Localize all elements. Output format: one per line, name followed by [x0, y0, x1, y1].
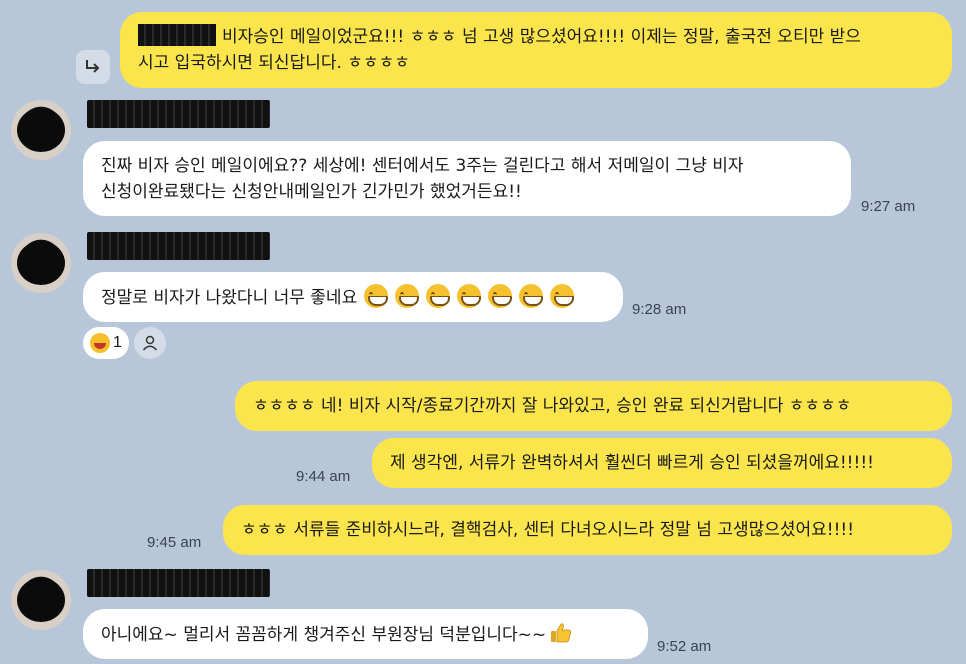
sender-avatar[interactable]: [11, 570, 71, 630]
message-line: 진짜 비자 승인 메일이에요?? 세상에! 센터에서도 3주는 걸린다고 해서 …: [101, 156, 744, 176]
grinning-face-emoji: [519, 284, 544, 308]
grinning-face-emoji: [395, 284, 420, 308]
sender-avatar[interactable]: [11, 100, 71, 160]
message-timestamp: 9:27 am: [861, 198, 916, 215]
message-timestamp: 9:52 am: [657, 638, 712, 655]
message-line: 비자승인 메일이었군요!!! ㅎㅎㅎ 넘 고생 많으셨어요!!!! 이제는 정말…: [138, 24, 934, 50]
add-reaction-button[interactable]: [134, 327, 166, 359]
thumbs-up-emoji: [551, 623, 572, 643]
sender-name-redacted: [87, 569, 270, 597]
redacted-name: [138, 24, 216, 46]
grinning-face-emoji: [364, 284, 389, 308]
message-bubble-incoming[interactable]: 아니에요~ 멀리서 꼼꼼하게 챙겨주신 부원장님 덕분입니다~~: [83, 609, 648, 659]
grinning-face-emoji: [457, 284, 482, 308]
sender-name-redacted: [87, 232, 270, 260]
person-icon: [142, 335, 158, 351]
grinning-face-emoji: [550, 284, 575, 308]
reply-icon[interactable]: [76, 50, 110, 84]
reaction-chip[interactable]: 1: [83, 327, 129, 359]
sender-avatar[interactable]: [11, 233, 71, 293]
reaction-count: 1: [113, 334, 122, 351]
message-bubble-outgoing[interactable]: 비자승인 메일이었군요!!! ㅎㅎㅎ 넘 고생 많으셨어요!!!! 이제는 정말…: [120, 12, 952, 88]
message-line: 제 생각엔, 서류가 완벽하셔서 훨씬더 빠르게 승인 되셨을꺼에요!!!!!: [390, 453, 874, 473]
message-bubble-outgoing[interactable]: ㅎㅎㅎ 서류들 준비하시느라, 결핵검사, 센터 다녀오시느라 정말 넘 고생많…: [223, 505, 952, 555]
laughing-emoji: [90, 333, 111, 353]
message-bubble-incoming[interactable]: 정말로 비자가 나왔다니 너무 좋네요: [83, 272, 623, 322]
grinning-face-emoji: [426, 284, 451, 308]
message-bubble-outgoing[interactable]: 제 생각엔, 서류가 완벽하셔서 훨씬더 빠르게 승인 되셨을꺼에요!!!!!: [372, 438, 952, 488]
message-line: 아니에요~ 멀리서 꼼꼼하게 챙겨주신 부원장님 덕분입니다~~: [101, 625, 547, 645]
reply-arrow-icon: [86, 60, 100, 73]
message-line: 신청이완료됐다는 신청안내메일인가 긴가민가 했었거든요!!: [101, 182, 522, 202]
message-line: ㅎㅎㅎ 서류들 준비하시느라, 결핵검사, 센터 다녀오시느라 정말 넘 고생많…: [241, 520, 855, 540]
message-timestamp: 9:28 am: [632, 301, 687, 318]
message-timestamp: 9:45 am: [147, 534, 202, 551]
message-line: ㅎㅎㅎㅎ 네! 비자 시작/종료기간까지 잘 나와있고, 승인 완료 되신거랍니…: [253, 396, 852, 416]
sender-name-redacted: [87, 100, 270, 128]
grinning-face-emoji: [488, 284, 513, 308]
message-timestamp: 9:44 am: [296, 468, 351, 485]
message-line: 정말로 비자가 나왔다니 너무 좋네요: [101, 288, 358, 308]
grin-emoji-row: [357, 284, 575, 308]
message-line: 시고 입국하시면 되신답니다. ㅎㅎㅎㅎ: [138, 53, 410, 73]
message-bubble-outgoing[interactable]: ㅎㅎㅎㅎ 네! 비자 시작/종료기간까지 잘 나와있고, 승인 완료 되신거랍니…: [235, 381, 952, 431]
message-bubble-incoming[interactable]: 진짜 비자 승인 메일이에요?? 세상에! 센터에서도 3주는 걸린다고 해서 …: [83, 141, 851, 216]
